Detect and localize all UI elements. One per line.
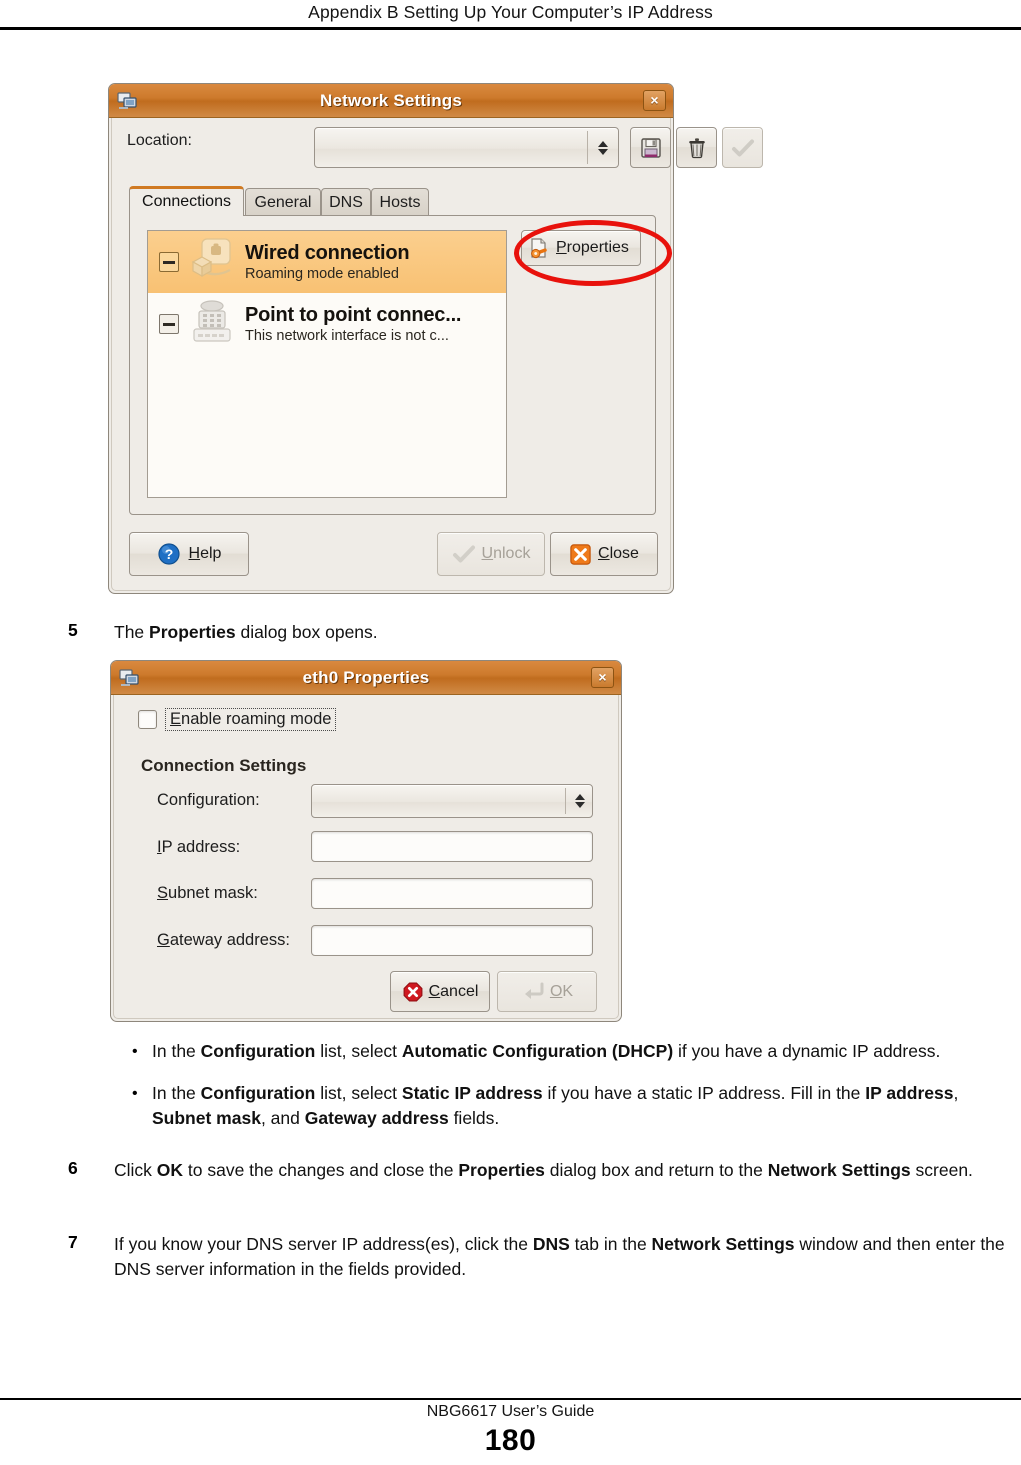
connection-name: Point to point connec... (245, 303, 462, 326)
dialog-title: eth0 Properties (302, 668, 430, 687)
enable-roaming-mode-label: Enable roaming mode (165, 708, 337, 731)
list-item: In the Configuration list, select Static… (130, 1081, 1018, 1131)
configuration-combo[interactable] (311, 784, 593, 818)
step-5: 5 The Properties dialog box opens. (68, 620, 668, 645)
unlock-checkmark-icon (452, 545, 475, 563)
combo-separator (565, 788, 566, 814)
tab-general[interactable]: General (245, 188, 321, 218)
save-location-button[interactable] (630, 127, 671, 168)
checkmark-icon (731, 139, 754, 156)
bullet-list: In the Configuration list, select Automa… (130, 1039, 1018, 1148)
expander-icon[interactable] (159, 252, 179, 272)
close-button[interactable]: Close (550, 532, 658, 576)
close-icon[interactable]: × (591, 667, 614, 688)
running-head: Appendix B Setting Up Your Computer’s IP… (308, 2, 713, 22)
eth0-properties-dialog: eth0 Properties × Enable roaming mode Co… (110, 660, 622, 1022)
footer-rule (0, 1398, 1021, 1400)
chevron-updown-icon[interactable] (572, 785, 588, 817)
connection-settings-heading: Connection Settings (141, 756, 307, 775)
help-button-label: Help (188, 545, 222, 562)
floppy-disk-icon (640, 137, 661, 158)
combo-separator (587, 131, 588, 164)
enable-roaming-mode-row[interactable]: Enable roaming mode (138, 708, 337, 731)
delete-location-button[interactable] (676, 127, 717, 168)
step-5-number: 5 (68, 620, 78, 640)
cancel-icon (403, 982, 423, 1001)
enable-roaming-mode-checkbox[interactable] (138, 710, 157, 729)
close-button-label: Close (598, 545, 639, 562)
footer-page-number: 180 (484, 1424, 537, 1457)
tab-general-label: General (254, 194, 312, 211)
titlebar: Network Settings × (109, 84, 673, 118)
location-label: Location: (127, 132, 192, 149)
connection-status: Roaming mode enabled (245, 265, 399, 282)
list-item-text: Point to point connec... This network in… (245, 304, 461, 345)
titlebar: eth0 Properties × (111, 661, 621, 695)
list-item-text: Wired connection Roaming mode enabled (245, 241, 410, 283)
gateway-address-input[interactable] (311, 925, 593, 956)
document-page: Appendix B Setting Up Your Computer’s IP… (0, 0, 1021, 1465)
chevron-updown-icon[interactable] (594, 128, 612, 167)
ok-button-label: OK (549, 982, 574, 1000)
modem-icon (185, 298, 239, 350)
svg-text:?: ? (164, 546, 173, 562)
header-rule (0, 27, 1021, 30)
enter-arrow-icon (524, 982, 544, 999)
properties-button[interactable]: Properties (521, 230, 641, 266)
help-button[interactable]: ? Help (129, 532, 249, 576)
trash-icon (688, 137, 705, 158)
step-6-number: 6 (68, 1158, 78, 1178)
connection-name: Wired connection (245, 241, 410, 264)
tab-hosts[interactable]: Hosts (371, 188, 429, 218)
help-icon: ? (157, 543, 180, 565)
close-icon[interactable]: × (643, 90, 666, 111)
network-settings-dialog: Network Settings × Location: Connections… (108, 83, 763, 594)
gateway-address-label: Gateway address: (157, 931, 290, 949)
ip-address-input[interactable] (311, 831, 593, 862)
tab-connections[interactable]: Connections (129, 186, 244, 216)
apply-location-button[interactable] (722, 127, 763, 168)
list-item: In the Configuration list, select Automa… (130, 1039, 1018, 1064)
tab-hosts-label: Hosts (379, 194, 421, 211)
ok-button[interactable]: OK (497, 971, 597, 1012)
connection-status: This network interface is not c... (245, 327, 449, 344)
cancel-button-label: Cancel (428, 982, 479, 1000)
subnet-mask-label: Subnet mask: (157, 884, 258, 902)
close-x-icon (570, 543, 591, 565)
connections-list[interactable]: Wired connection Roaming mode enabled Po… (147, 230, 507, 498)
ip-address-label: IP address: (157, 838, 241, 856)
cancel-button[interactable]: Cancel (390, 971, 490, 1012)
footer-title: NBG6617 User’s Guide (426, 1403, 595, 1420)
configuration-label: Configuration: (157, 791, 260, 809)
properties-icon (531, 238, 547, 259)
list-item[interactable]: Wired connection Roaming mode enabled (148, 231, 506, 293)
step-6: 6 Click OK to save the changes and close… (68, 1158, 1018, 1183)
expander-icon[interactable] (159, 314, 179, 334)
step-7-text: If you know your DNS server IP address(e… (114, 1234, 1005, 1279)
step-7: 7 If you know your DNS server IP address… (68, 1232, 1018, 1282)
tab-dns[interactable]: DNS (321, 188, 371, 218)
tab-connections-label: Connections (142, 193, 231, 210)
step-5-text: The Properties dialog box opens. (114, 622, 378, 642)
step-7-number: 7 (68, 1232, 78, 1252)
list-item[interactable]: Point to point connec... This network in… (148, 293, 506, 355)
tab-dns-label: DNS (329, 194, 363, 211)
subnet-mask-input[interactable] (311, 878, 593, 909)
properties-button-label: Properties (556, 239, 629, 256)
dialog-title: Network Settings (319, 91, 463, 110)
step-6-text: Click OK to save the changes and close t… (114, 1160, 973, 1180)
unlock-button[interactable]: Unlock (437, 532, 545, 576)
unlock-button-label: Unlock (481, 545, 531, 562)
wired-connection-icon (185, 236, 239, 288)
location-combo[interactable] (314, 127, 619, 168)
